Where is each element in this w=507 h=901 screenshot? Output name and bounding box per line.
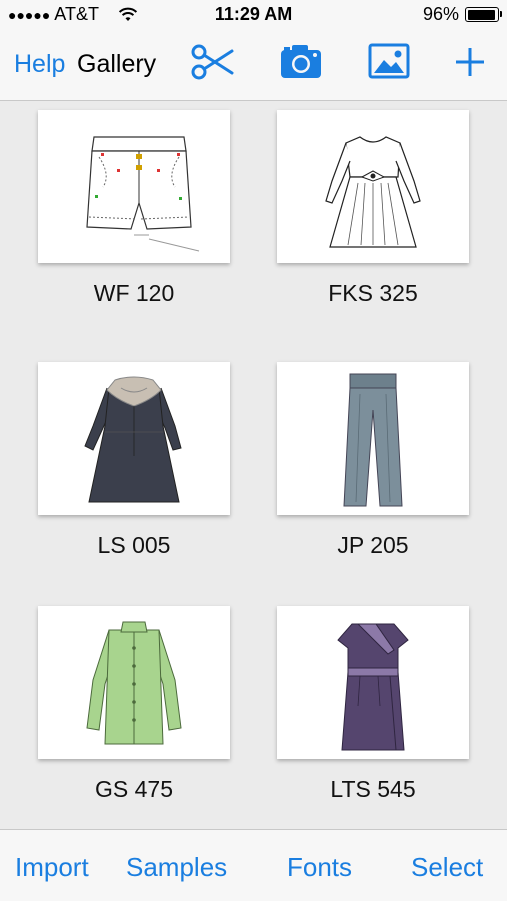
fonts-button[interactable]: Fonts (287, 852, 352, 883)
status-right: 96% (422, 4, 502, 25)
gallery-thumbnail-dark-dress[interactable] (38, 362, 230, 515)
navigation-bar: Help Gallery (0, 28, 507, 101)
dark-dress-sketch (84, 376, 182, 503)
shorts-sketch (86, 135, 200, 251)
select-button[interactable]: Select (411, 852, 483, 883)
gallery-item-label: FKS 325 (328, 280, 418, 306)
shirt-sketch (86, 621, 182, 745)
gallery-item: FKS 325 (277, 110, 469, 307)
gallery-item: WF 120 (38, 110, 230, 307)
scissors-icon[interactable] (191, 42, 235, 82)
plus-icon[interactable] (453, 42, 487, 80)
samples-button[interactable]: Samples (126, 852, 227, 883)
camera-icon[interactable] (280, 42, 322, 80)
battery-percent: 96% (422, 4, 459, 24)
image-icon[interactable] (368, 42, 410, 80)
pants-sketch (343, 373, 403, 507)
gallery-thumbnail-wrap-dress[interactable] (277, 606, 469, 759)
gallery-thumbnail-dress[interactable] (277, 110, 469, 263)
gallery-grid: WF 120 FKS 325 LS 005 JP 205 GS 475 LTS … (0, 101, 507, 828)
gallery-item-label: LS 005 (97, 532, 171, 558)
battery-icon (465, 7, 502, 22)
gallery-item-label: JP 205 (337, 532, 409, 558)
status-bar: ●●●●● AT&T 11:29 AM 96% (0, 0, 507, 28)
gallery-thumbnail-shirt[interactable] (38, 606, 230, 759)
gallery-item: GS 475 (38, 606, 230, 803)
gallery-item: LS 005 (38, 362, 230, 559)
import-button[interactable]: Import (15, 852, 89, 883)
gallery-item-label: WF 120 (93, 280, 175, 306)
gallery-item: LTS 545 (277, 606, 469, 803)
gallery-thumbnail-shorts[interactable] (38, 110, 230, 263)
bottom-toolbar: Import Samples Fonts Select (0, 829, 507, 901)
gallery-thumbnail-pants[interactable] (277, 362, 469, 515)
page-title: Gallery (77, 50, 157, 78)
help-button[interactable]: Help (14, 50, 65, 79)
gallery-item-label: LTS 545 (330, 776, 416, 802)
gallery-item-label: GS 475 (95, 776, 173, 802)
gallery-item: JP 205 (277, 362, 469, 559)
battery-fill (467, 9, 496, 20)
wrap-dress-sketch (337, 623, 409, 751)
dress-sketch (325, 135, 421, 248)
